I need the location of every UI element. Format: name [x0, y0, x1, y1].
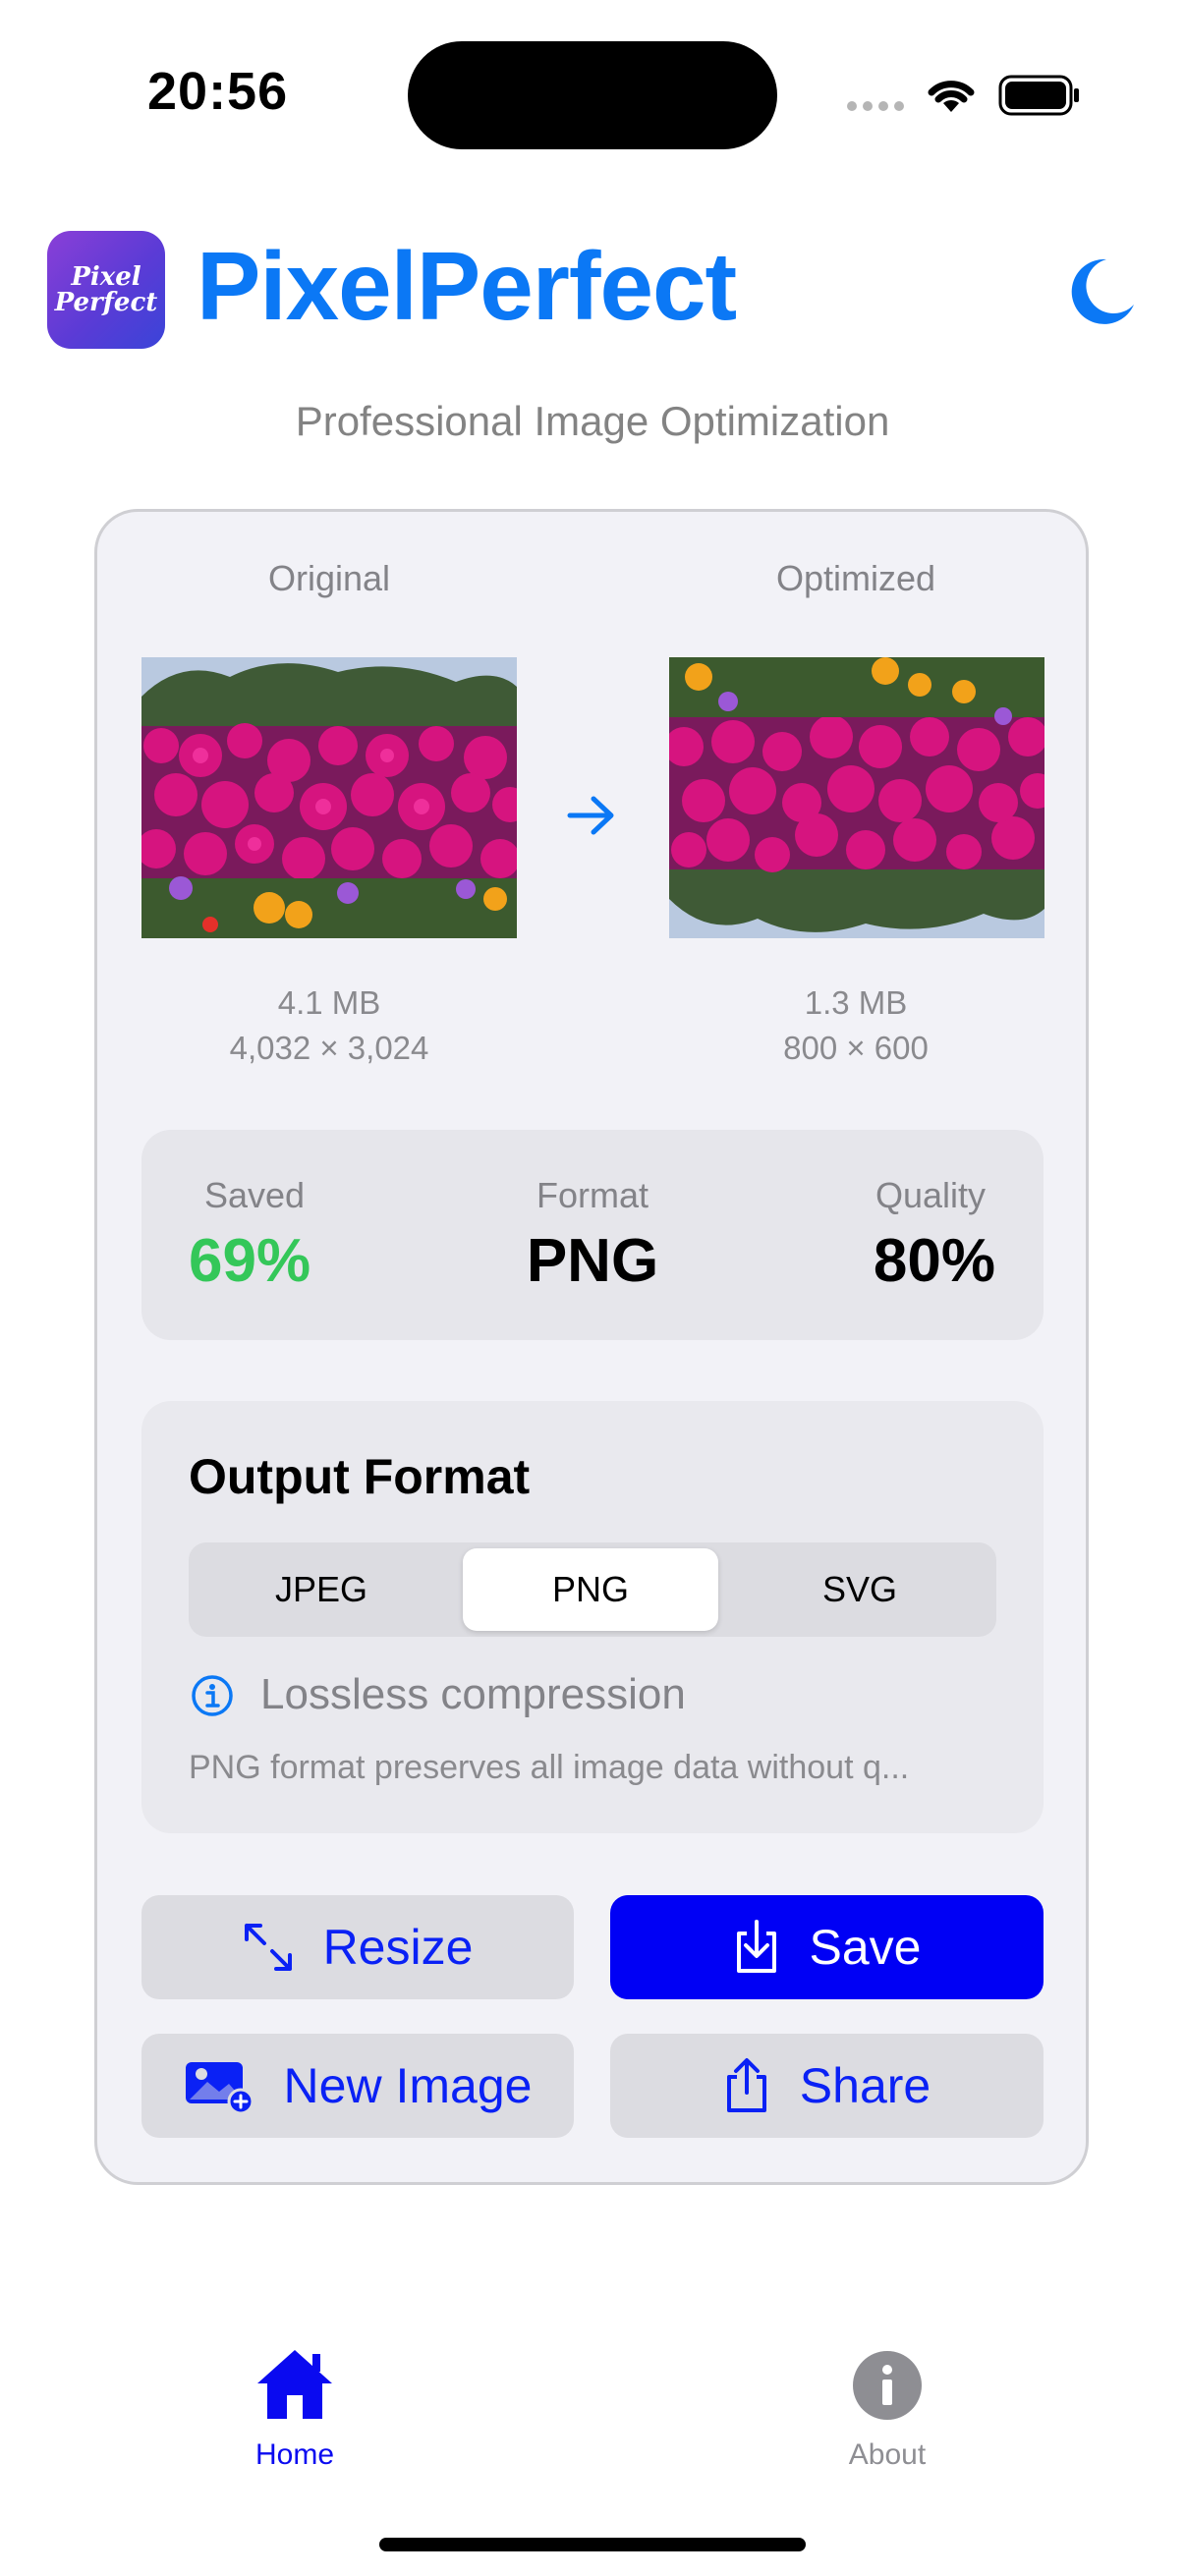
wifi-icon	[928, 81, 975, 112]
logo-text-bottom: Perfect	[54, 288, 158, 317]
output-format-title: Output Format	[189, 1449, 531, 1504]
resize-arrows-icon	[244, 1924, 292, 1971]
optimized-image	[669, 657, 1044, 938]
info-circle-icon	[853, 2351, 922, 2420]
format-label: Format	[536, 1175, 649, 1215]
save-button[interactable]: Save	[610, 1895, 1044, 1999]
share-button[interactable]: Share	[610, 2034, 1044, 2138]
original-size: 4.1 MB	[277, 984, 381, 1021]
resize-button[interactable]: Resize	[141, 1895, 574, 1999]
quality-value: 80%	[873, 1227, 995, 1295]
original-file-info: 4.1 MB 4,032 × 3,024	[142, 980, 516, 1071]
tab-home[interactable]: Home	[246, 2346, 344, 2484]
format-option-jpeg[interactable]: JPEG	[189, 1542, 454, 1637]
optimized-dimensions: 800 × 600	[783, 1030, 929, 1066]
arrow-right-icon	[567, 796, 614, 835]
format-value: PNG	[526, 1227, 659, 1295]
format-segmented-control: JPEG PNG SVG	[189, 1542, 996, 1637]
download-icon	[736, 1920, 776, 1973]
share-label: Share	[799, 2058, 931, 2113]
logo-text-top: Pixel	[71, 262, 141, 292]
battery-icon	[998, 75, 1079, 116]
new-image-button[interactable]: New Image	[141, 2034, 574, 2138]
home-icon	[257, 2350, 332, 2419]
tab-home-label: Home	[254, 2438, 335, 2471]
app-subtitle: Professional Image Optimization	[295, 398, 890, 444]
format-option-svg[interactable]: SVG	[727, 1542, 992, 1637]
new-image-label: New Image	[283, 2058, 533, 2113]
optimized-label: Optimized	[775, 558, 936, 598]
resize-label: Resize	[322, 1920, 474, 1975]
cellular-signal-icon	[847, 101, 904, 111]
dark-mode-moon-icon[interactable]	[1067, 257, 1136, 326]
tab-about-label: About	[848, 2438, 927, 2471]
quality-label: Quality	[875, 1175, 986, 1215]
original-image	[141, 657, 517, 938]
compression-info-description: PNG format preserves all image data with…	[189, 1749, 910, 1786]
original-label: Original	[267, 558, 391, 598]
original-dimensions: 4,032 × 3,024	[229, 1030, 429, 1066]
saved-value: 69%	[189, 1227, 311, 1295]
format-option-png[interactable]: PNG	[463, 1548, 718, 1631]
optimized-file-info: 1.3 MB 800 × 600	[669, 980, 1043, 1071]
status-time: 20:56	[147, 62, 289, 121]
app-title: PixelPerfect	[197, 232, 737, 340]
saved-label: Saved	[204, 1175, 306, 1215]
compression-info-title: Lossless compression	[260, 1670, 686, 1718]
add-photo-icon	[185, 2062, 254, 2113]
tab-about[interactable]: About	[838, 2346, 936, 2484]
optimized-size: 1.3 MB	[804, 984, 908, 1021]
save-label: Save	[809, 1920, 922, 1975]
info-icon	[192, 1675, 233, 1716]
share-icon	[726, 2058, 766, 2112]
dynamic-island	[408, 41, 777, 149]
app-logo: Pixel Perfect	[47, 231, 165, 349]
home-indicator	[379, 2538, 806, 2551]
